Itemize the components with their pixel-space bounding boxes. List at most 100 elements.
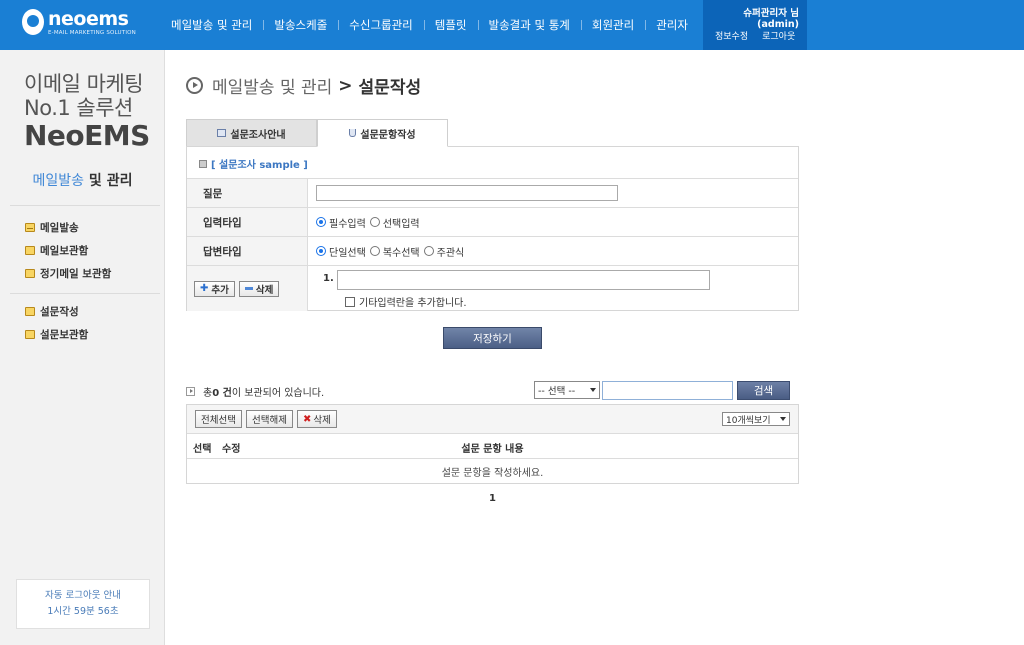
input-type-required[interactable]: 필수입력 [316, 215, 366, 230]
col-select: 선택 [193, 444, 212, 455]
sidebar-title-accent: 메일발송 [32, 173, 85, 189]
sidebar-menu-mail: 메일발송 메일보관함 정기메일 보관함 [25, 216, 111, 285]
sidebar-item-survey-box[interactable]: 설문보관함 [25, 323, 88, 346]
radio-label: 복수선택 [382, 247, 420, 259]
radio-unchecked[interactable] [423, 246, 434, 256]
empty-message: 설문 문항을 작성하세요. [441, 467, 544, 479]
user-links: 정보수정 로그아웃 [715, 29, 809, 42]
circle-arrow-icon [186, 77, 203, 94]
delete-selected-button[interactable]: ✖ 삭제 [296, 410, 337, 428]
logo-text: neoems [48, 8, 129, 30]
document-icon [217, 129, 227, 137]
count-prefix: 총 [203, 388, 213, 399]
search-button[interactable]: 검색 [737, 381, 790, 400]
main-nav: 메일발송 및 관리 발송스케줄 수신그룹관리 템플릿 발송결과 및 통계 회원관… [160, 0, 699, 50]
count-line: 총 0 건이 보관되어 있습니다. [186, 384, 324, 399]
answer-type-multiple[interactable]: 복수선택 [369, 244, 420, 259]
answer-input[interactable] [337, 270, 710, 290]
user-name-text: 슈퍼관리자 님 [743, 8, 799, 19]
sidebar-item-survey-write[interactable]: 설문작성 [25, 300, 88, 323]
tab-label: 설문문항작성 [360, 129, 416, 141]
slogan-brand: NeoEMS [24, 119, 150, 152]
delete-label: 삭제 [255, 284, 274, 296]
sidebar-title: 메일발송 및 관리 [0, 170, 165, 190]
answer-type-row: 답변타입 단일선택 복수선택 주관식 [187, 236, 798, 265]
nav-admin[interactable]: 관리자 [645, 17, 699, 33]
sidebar-menu-survey: 설문작성 설문보관함 [25, 300, 88, 346]
user-name: 슈퍼관리자 님 (admin) [743, 8, 799, 30]
scheduled-mail-icon [25, 269, 35, 278]
breadcrumb-parent[interactable]: 메일발송 및 관리 [212, 73, 332, 98]
logo-subtitle: E-MAIL MARKETING SOLUTION [48, 30, 136, 36]
sidebar-item-label: 메일발송 [40, 222, 79, 234]
page-title: 메일발송 및 관리 > 설문작성 [186, 73, 421, 98]
radio-unchecked[interactable] [369, 246, 380, 256]
sidebar: 이메일 마케팅 No.1 솔루션 NeoEMS 메일발송 및 관리 메일발송 메… [0, 50, 165, 645]
count-value: 0 건 [212, 388, 232, 399]
radio-checked[interactable] [316, 246, 326, 256]
search-input[interactable] [602, 381, 733, 400]
question-list: 전체선택 선택해제 ✖ 삭제 10개씩보기 설문 문항 내용 선택 수정 설문 문… [186, 404, 799, 484]
question-icon [349, 129, 357, 137]
sidebar-item-scheduled-mailbox[interactable]: 정기메일 보관함 [25, 262, 111, 285]
radio-label: 선택입력 [382, 218, 420, 230]
select-value: -- 선택 -- [538, 386, 576, 397]
etc-input-option[interactable]: 기타입력란을 추가합니다. [345, 294, 467, 309]
logout-link[interactable]: 로그아웃 [762, 32, 795, 42]
arrow-bullet-icon [186, 387, 195, 396]
sidebar-item-label: 메일보관함 [40, 245, 89, 257]
auto-logout-box: 자동 로그아웃 안내 1시간 59분 56초 [16, 579, 150, 629]
question-label: 질문 [187, 179, 308, 207]
pagination: 1 [186, 493, 799, 504]
nav-members[interactable]: 회원관리 [580, 17, 645, 33]
plus-icon: ✚ [200, 283, 209, 294]
question-input[interactable] [316, 185, 618, 201]
delete-answer-button[interactable]: 삭제 [238, 280, 280, 297]
add-label: 추가 [211, 284, 229, 296]
radio-unchecked[interactable] [369, 217, 380, 227]
select-all-button[interactable]: 전체선택 [195, 410, 242, 428]
answer-type-single[interactable]: 단일선택 [316, 244, 366, 259]
col-content: 설문 문항 내용 [461, 444, 524, 455]
tab-survey-questions[interactable]: 설문문항작성 [317, 119, 448, 147]
add-answer-button[interactable]: ✚ 추가 [194, 280, 235, 297]
slogan-line-1: 이메일 마케팅 [24, 72, 144, 96]
edit-profile-link[interactable]: 정보수정 [715, 32, 748, 42]
count-suffix: 이 보관되어 있습니다. [231, 388, 325, 399]
auto-logout-timer: 1시간 59분 56초 [47, 606, 119, 617]
per-page-select[interactable]: 10개씩보기 [722, 412, 790, 426]
tab-survey-info[interactable]: 설문조사안내 [186, 119, 317, 147]
sidebar-item-label: 설문작성 [40, 306, 79, 318]
sidebar-item-mail-send[interactable]: 메일발송 [25, 216, 111, 239]
list-toolbar: 전체선택 선택해제 ✖ 삭제 10개씩보기 [187, 405, 798, 434]
page-number[interactable]: 1 [489, 493, 496, 504]
survey-box-icon [25, 330, 35, 339]
input-type-optional[interactable]: 선택입력 [369, 215, 420, 230]
chevron-down-icon [590, 388, 596, 392]
radio-label: 단일선택 [329, 247, 366, 259]
deselect-button[interactable]: 선택해제 [245, 410, 293, 428]
input-type-row: 입력타입 필수입력 선택입력 [187, 207, 798, 236]
search-field-select[interactable]: -- 선택 -- [534, 381, 600, 399]
answers-cell: 1. 기타입력란을 추가합니다. [308, 266, 798, 311]
save-button[interactable]: 저장하기 [443, 327, 542, 349]
answer-type-subjective[interactable]: 주관식 [423, 244, 465, 259]
user-box: 슈퍼관리자 님 (admin) 정보수정 로그아웃 [703, 0, 807, 50]
etc-checkbox[interactable] [345, 296, 355, 307]
answer-type-options: 단일선택 복수선택 주관식 [308, 237, 798, 265]
survey-write-icon [25, 307, 35, 316]
answers-actions-cell: ✚ 추가 삭제 [187, 266, 308, 311]
nav-schedule[interactable]: 발송스케줄 [263, 17, 338, 33]
radio-checked[interactable] [316, 217, 326, 227]
survey-title: [ 설문조사 sample ] [199, 156, 308, 171]
answer-number: 1. [323, 273, 334, 284]
nav-recipient-group[interactable]: 수신그룹관리 [338, 17, 423, 33]
nav-results[interactable]: 발송결과 및 통계 [477, 17, 581, 33]
logo[interactable]: neoems E-MAIL MARKETING SOLUTION [22, 8, 142, 41]
nav-template[interactable]: 템플릿 [423, 17, 478, 33]
sidebar-item-mailbox[interactable]: 메일보관함 [25, 239, 111, 262]
radio-label: 주관식 [436, 247, 465, 259]
nav-mail-send[interactable]: 메일발송 및 관리 [160, 17, 263, 33]
list-icon [199, 159, 207, 168]
sidebar-item-label: 설문보관함 [40, 329, 89, 341]
